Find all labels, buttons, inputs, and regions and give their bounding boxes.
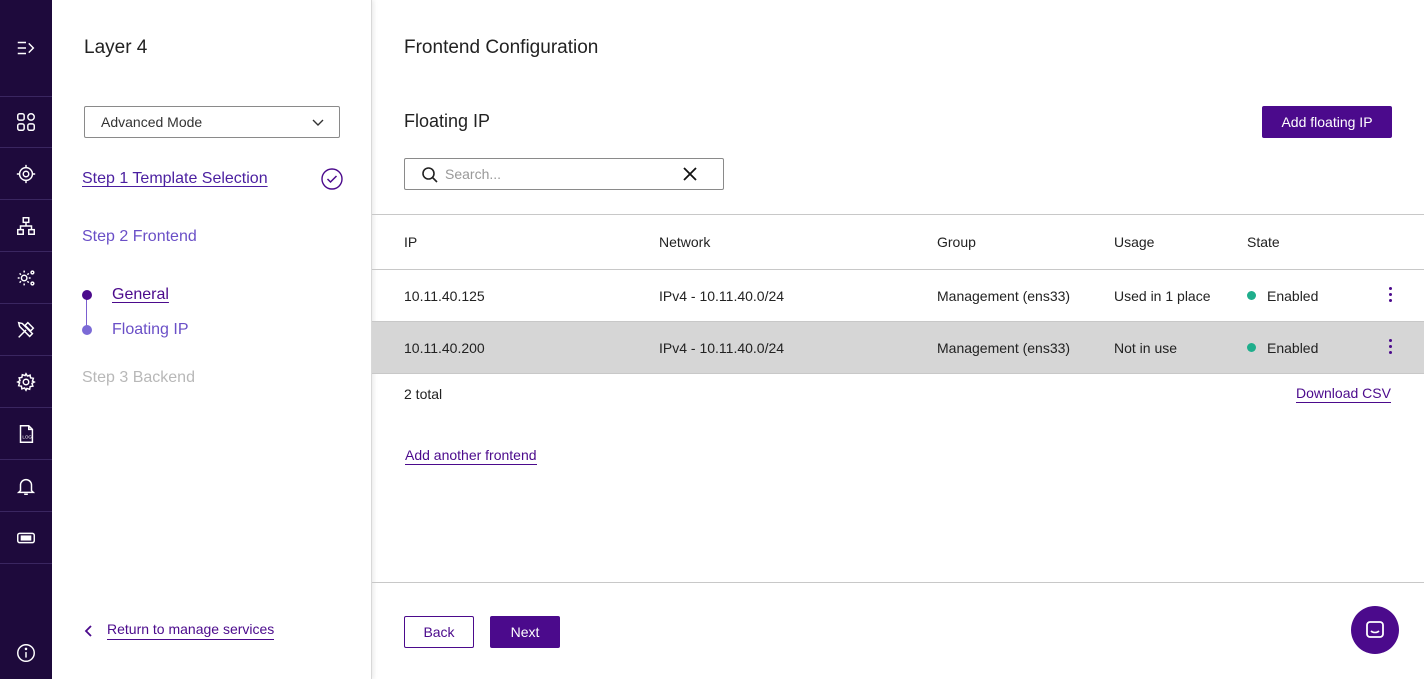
substep-connector <box>86 295 87 329</box>
logs-icon[interactable]: LOG <box>0 408 52 460</box>
chevron-left-icon <box>84 624 92 637</box>
return-link-label: Return to manage services <box>107 621 275 640</box>
page-title: Frontend Configuration <box>404 37 599 58</box>
next-button[interactable]: Next <box>490 616 560 648</box>
cell-usage: Not in use <box>1114 339 1178 356</box>
status-dot <box>1247 343 1256 352</box>
service-type-title: Layer 4 <box>84 37 148 58</box>
search-input[interactable] <box>445 164 665 184</box>
column-ip[interactable]: IP <box>404 215 417 269</box>
check-circle-icon <box>321 168 343 190</box>
row-actions-icon[interactable] <box>1383 339 1397 357</box>
status-label: Enabled <box>1267 287 1319 304</box>
cell-ip: 10.11.40.200 <box>404 339 485 356</box>
substep-active-dot <box>82 290 92 300</box>
clear-search-icon[interactable] <box>683 167 697 181</box>
search-box <box>404 158 724 190</box>
column-group[interactable]: Group <box>937 215 976 269</box>
chat-icon <box>1366 621 1384 638</box>
cell-usage: Used in 1 place <box>1114 287 1211 304</box>
status-label: Enabled <box>1267 339 1319 356</box>
back-button[interactable]: Back <box>404 616 474 648</box>
section-title: Floating IP <box>404 111 491 131</box>
icon-rail: LOG <box>0 0 52 679</box>
cell-state: Enabled <box>1247 322 1318 373</box>
cell-network: IPv4 - 10.11.40.0/24 <box>659 287 785 304</box>
cell-network: IPv4 - 10.11.40.0/24 <box>659 339 785 356</box>
cell-group: Management (ens33) <box>937 339 1071 356</box>
search-icon <box>422 167 438 183</box>
substep-pending-dot <box>82 325 92 335</box>
return-link[interactable]: Return to manage services <box>82 621 275 640</box>
step-frontend[interactable]: Step 2 Frontend <box>82 228 197 246</box>
step-template-selection[interactable]: Step 1 Template Selection <box>82 170 268 188</box>
dashboard-icon[interactable] <box>0 96 52 148</box>
status-dot <box>1247 291 1256 300</box>
footer-divider <box>372 582 1424 583</box>
table-row[interactable]: 10.11.40.125 IPv4 - 10.11.40.0/24 Manage… <box>372 270 1424 322</box>
cell-state: Enabled <box>1247 270 1318 321</box>
substep-general[interactable]: General <box>112 286 169 304</box>
step-backend: Step 3 Backend <box>82 369 195 386</box>
info-icon[interactable] <box>0 627 52 679</box>
total-count: 2 total <box>404 386 443 402</box>
substep-floating-ip[interactable]: Floating IP <box>112 321 188 339</box>
system-settings-icon[interactable] <box>0 252 52 304</box>
network-icon[interactable] <box>0 200 52 252</box>
add-floating-ip-button[interactable]: Add floating IP <box>1262 106 1392 138</box>
row-actions-icon[interactable] <box>1383 287 1397 305</box>
license-icon[interactable] <box>0 512 52 564</box>
add-another-frontend-link[interactable]: Add another frontend <box>405 447 537 465</box>
main-content: Frontend Configuration Floating IP Add f… <box>372 0 1424 679</box>
notifications-icon[interactable] <box>0 460 52 512</box>
table-row[interactable]: 10.11.40.200 IPv4 - 10.11.40.0/24 Manage… <box>372 322 1424 374</box>
cell-ip: 10.11.40.125 <box>404 287 485 304</box>
chat-button[interactable] <box>1351 606 1399 654</box>
column-network[interactable]: Network <box>659 215 710 269</box>
floating-ip-table: IP Network Group Usage State 10.11.40.12… <box>372 214 1424 374</box>
chevron-down-icon <box>312 119 324 126</box>
cell-group: Management (ens33) <box>937 287 1071 304</box>
steps-panel: Layer 4 Advanced Mode Step 1 Template Se… <box>52 0 372 679</box>
download-csv-link[interactable]: Download CSV <box>1296 385 1391 403</box>
services-icon[interactable] <box>0 148 52 200</box>
table-header: IP Network Group Usage State <box>372 214 1424 270</box>
expand-menu-icon[interactable] <box>0 22 52 74</box>
settings-icon[interactable] <box>0 356 52 408</box>
svg-text:LOG: LOG <box>22 434 32 439</box>
tools-icon[interactable] <box>0 304 52 356</box>
column-state[interactable]: State <box>1247 215 1280 269</box>
mode-select[interactable]: Advanced Mode <box>84 106 340 138</box>
mode-select-value: Advanced Mode <box>101 114 203 130</box>
column-usage[interactable]: Usage <box>1114 215 1154 269</box>
